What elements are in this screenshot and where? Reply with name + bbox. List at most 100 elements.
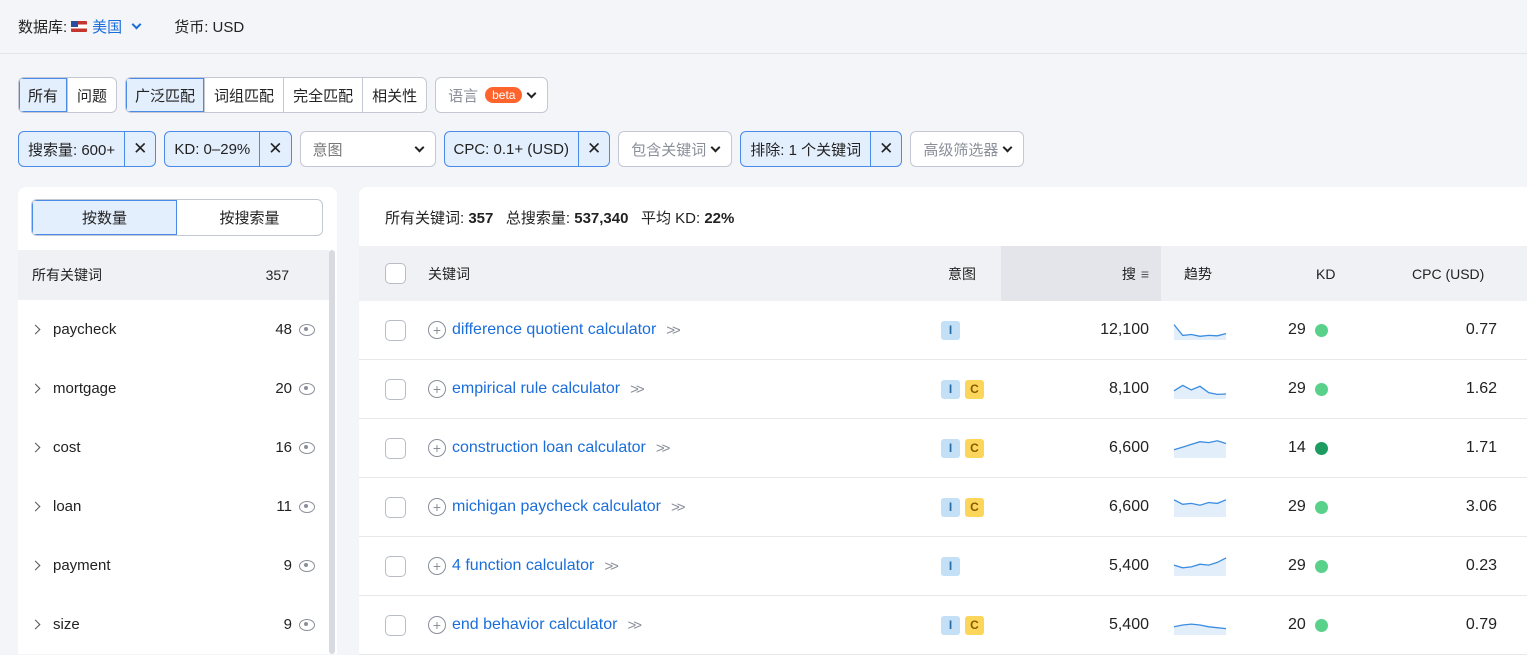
tab-questions[interactable]: 问题: [68, 78, 116, 112]
volume-filter-chip[interactable]: 搜索量: 600+ ✕: [18, 131, 157, 167]
tab-broad-match[interactable]: 广泛匹配: [126, 78, 206, 112]
kd-filter-chip[interactable]: KD: 0–29% ✕: [164, 131, 292, 167]
intent-dropdown[interactable]: 意图: [299, 131, 436, 167]
table-row: + difference quotient calculator >> I 12,100…: [359, 301, 1527, 360]
cpc-cell: 0.77: [1465, 321, 1497, 338]
row-checkbox[interactable]: [385, 496, 406, 518]
volume-column-header[interactable]: 搜 ≡: [1001, 246, 1161, 301]
volume-filter-label: 搜索量: 600+: [28, 141, 116, 159]
trend-area: [1174, 324, 1226, 340]
row-checkbox[interactable]: [385, 614, 406, 636]
sidebar-scrollbar[interactable]: [329, 250, 335, 654]
advanced-filters-label: 高级筛选器: [923, 141, 999, 159]
keyword-link[interactable]: end behavior calculator: [452, 616, 617, 634]
close-icon[interactable]: ✕: [870, 132, 901, 166]
chevron-right-icon[interactable]: [30, 442, 41, 453]
intent-badge: C: [965, 615, 984, 635]
group-label: size: [53, 616, 80, 633]
group-item[interactable]: size 9: [18, 595, 329, 654]
table-row: + construction loan calculator >> I C 6,600 14…: [359, 419, 1527, 478]
cpc-cell: 0.23: [1465, 557, 1497, 574]
eye-icon[interactable]: [299, 382, 315, 395]
tab-phrase-match[interactable]: 词组匹配: [205, 78, 285, 112]
double-chevron-right-icon[interactable]: >>: [604, 558, 618, 575]
keyword-link[interactable]: michigan paycheck calculator: [452, 498, 661, 516]
eye-icon[interactable]: [299, 323, 315, 336]
include-keywords-dropdown[interactable]: 包含关键词: [618, 131, 733, 167]
group-item[interactable]: payment 9: [18, 536, 329, 595]
row-checkbox[interactable]: [385, 437, 406, 459]
eye-icon[interactable]: [299, 441, 315, 454]
cpc-cell: 3.06: [1465, 498, 1497, 515]
advanced-filters-dropdown[interactable]: 高级筛选器: [910, 131, 1025, 167]
cpc-filter-chip[interactable]: CPC: 0.1+ (USD) ✕: [443, 131, 611, 167]
kd-indicator-dot: [1314, 618, 1328, 632]
tab-related[interactable]: 相关性: [363, 78, 426, 112]
group-item[interactable]: paycheck 48: [18, 300, 329, 359]
eye-icon[interactable]: [299, 500, 315, 513]
group-label: paycheck: [53, 321, 117, 338]
group-item[interactable]: loan 11: [18, 477, 329, 536]
all-keywords-group[interactable]: 所有关键词 357: [18, 250, 329, 300]
chevron-down-icon: [414, 142, 424, 152]
by-count-button[interactable]: 按数量: [32, 200, 177, 235]
chevron-right-icon[interactable]: [30, 324, 41, 335]
trend-area: [1174, 440, 1226, 458]
keyword-rows: + difference quotient calculator >> I 12,100…: [359, 301, 1527, 655]
tab-exact-match[interactable]: 完全匹配: [284, 78, 364, 112]
trend-sparkline: [1173, 499, 1227, 517]
intent-badge: C: [965, 497, 984, 517]
table-row: + end behavior calculator >> I C 5,400 20 0.79: [359, 596, 1527, 655]
group-count: 48: [275, 321, 292, 338]
add-to-list-icon[interactable]: +: [428, 380, 446, 398]
intent-badge: I: [941, 438, 960, 458]
cpc-cell: 1.62: [1465, 380, 1497, 397]
close-icon[interactable]: ✕: [124, 132, 155, 166]
tab-all[interactable]: 所有: [19, 78, 69, 112]
add-to-list-icon[interactable]: +: [428, 439, 446, 457]
chevron-right-icon[interactable]: [30, 383, 41, 394]
kd-column-header[interactable]: KD: [1316, 246, 1335, 301]
select-all-checkbox[interactable]: [385, 263, 406, 284]
intent-badge: I: [941, 379, 960, 399]
group-item[interactable]: cost 16: [18, 418, 329, 477]
double-chevron-right-icon[interactable]: >>: [666, 322, 680, 339]
eye-icon[interactable]: [299, 559, 315, 572]
eye-icon[interactable]: [299, 618, 315, 631]
trend-sparkline: [1173, 623, 1227, 635]
intent-column-header[interactable]: 意图: [948, 246, 976, 301]
close-icon[interactable]: ✕: [259, 132, 290, 166]
database-selector[interactable]: 美国: [71, 16, 142, 37]
keyword-link[interactable]: empirical rule calculator: [452, 380, 620, 398]
language-label: 语言: [448, 87, 479, 105]
keyword-link[interactable]: construction loan calculator: [452, 439, 646, 457]
add-to-list-icon[interactable]: +: [428, 498, 446, 516]
chevron-down-icon: [527, 88, 537, 98]
double-chevron-right-icon[interactable]: >>: [656, 440, 670, 457]
chevron-right-icon[interactable]: [30, 501, 41, 512]
add-to-list-icon[interactable]: +: [428, 321, 446, 339]
exclude-filter-chip[interactable]: 排除: 1 个关键词 ✕: [740, 131, 903, 167]
group-count: 16: [275, 439, 292, 456]
row-checkbox[interactable]: [385, 378, 406, 400]
by-volume-button[interactable]: 按搜索量: [177, 200, 322, 235]
double-chevron-right-icon[interactable]: >>: [627, 617, 641, 634]
add-to-list-icon[interactable]: +: [428, 557, 446, 575]
total-volume-value: 537,340: [574, 210, 629, 227]
chevron-right-icon[interactable]: [30, 560, 41, 571]
row-checkbox[interactable]: [385, 555, 406, 577]
table-row: +4 function calculator >> I 5,400 29 0.23: [359, 537, 1527, 596]
cpc-column-header[interactable]: CPC (USD): [1412, 246, 1484, 301]
chevron-right-icon[interactable]: [30, 619, 41, 630]
group-item[interactable]: mortgage 20: [18, 359, 329, 418]
keyword-link[interactable]: 4 function calculator: [452, 557, 594, 575]
trend-column-header[interactable]: 趋势: [1184, 246, 1212, 301]
close-icon[interactable]: ✕: [577, 132, 609, 166]
add-to-list-icon[interactable]: +: [428, 616, 446, 634]
language-dropdown[interactable]: 语言 beta: [435, 77, 549, 113]
double-chevron-right-icon[interactable]: >>: [630, 381, 644, 398]
keyword-column-header[interactable]: 关键词: [428, 246, 470, 301]
row-checkbox[interactable]: [385, 319, 406, 341]
keyword-link[interactable]: difference quotient calculator: [452, 321, 656, 339]
double-chevron-right-icon[interactable]: >>: [671, 499, 685, 516]
